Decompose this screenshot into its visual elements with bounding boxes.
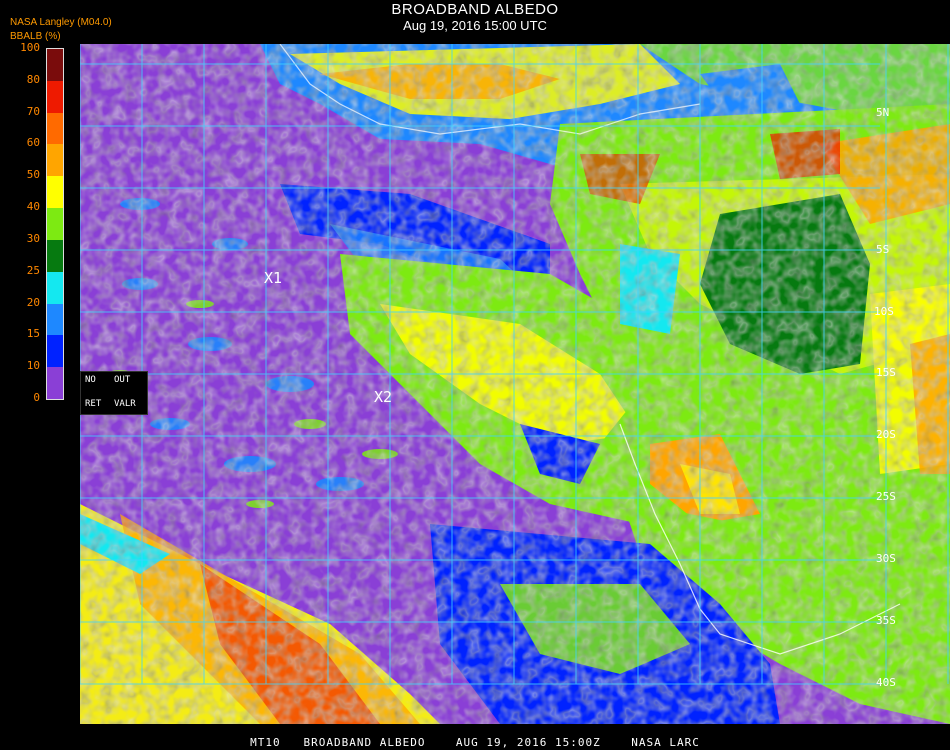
marker-x1: X1 — [264, 269, 283, 287]
colorbar-tick-label: 80 — [26, 72, 40, 86]
colorbar — [46, 48, 64, 400]
colorbar-band — [47, 49, 63, 81]
colorbar-tick-label: 70 — [26, 104, 40, 118]
colorbar-tick-label: 100 — [20, 41, 40, 54]
colorbar-tick-label: 40 — [26, 200, 40, 214]
colorbar-band — [47, 271, 63, 304]
colorbar-band — [47, 335, 63, 368]
colorbar-band — [47, 303, 63, 336]
legend-valr: VALR — [114, 399, 136, 409]
legend-ret: RET — [85, 399, 102, 409]
legend-out: OUT — [114, 375, 131, 385]
footer-caption: MT10 BROADBAND ALBEDO AUG 19, 2016 15:00… — [250, 736, 700, 749]
lat-label-25s: 25S — [876, 490, 896, 503]
colorbar-tick-label: 30 — [26, 231, 40, 245]
colorbar-band — [47, 112, 63, 145]
lat-label-5n: 5N — [876, 106, 890, 119]
colorbar-tick-label: 25 — [26, 263, 40, 277]
lat-label-15s: 15S — [876, 366, 896, 379]
colorbar-tick-label: 10 — [26, 359, 40, 373]
legend-no: NO — [85, 375, 96, 385]
colorbar-band — [47, 144, 63, 177]
marker-x2: X2 — [374, 388, 393, 406]
colorbar-band — [47, 80, 63, 113]
colorbar-tick-label: 60 — [26, 136, 40, 150]
lat-label-30s: 30S — [876, 552, 896, 565]
lat-label-5s: 5S — [876, 243, 890, 256]
lat-label-35s: 35S — [876, 614, 896, 627]
status-legend: NO OUT RET VALR — [80, 371, 148, 415]
colorbar-tick-label: 15 — [26, 327, 40, 341]
colorbar-band — [47, 176, 63, 209]
map-timestamp: Aug 19, 2016 15:00 UTC — [403, 18, 547, 33]
lat-label-20s: 20S — [876, 428, 896, 441]
colorbar-band — [47, 367, 63, 399]
colorbar-tick-label: 0 — [33, 391, 40, 404]
colorbar-tick-label: 20 — [26, 295, 40, 309]
colorbar-tick-label: 50 — [26, 168, 40, 182]
lat-label-10s: 10S — [874, 305, 894, 318]
albedo-map — [80, 44, 950, 724]
colorbar-band — [47, 208, 63, 240]
colorbar-band — [47, 239, 63, 272]
lat-label-40s: 40S — [876, 676, 896, 689]
map-title: BROADBAND ALBEDO — [391, 1, 559, 18]
source-label: NASA Langley (M04.0) — [10, 17, 112, 28]
